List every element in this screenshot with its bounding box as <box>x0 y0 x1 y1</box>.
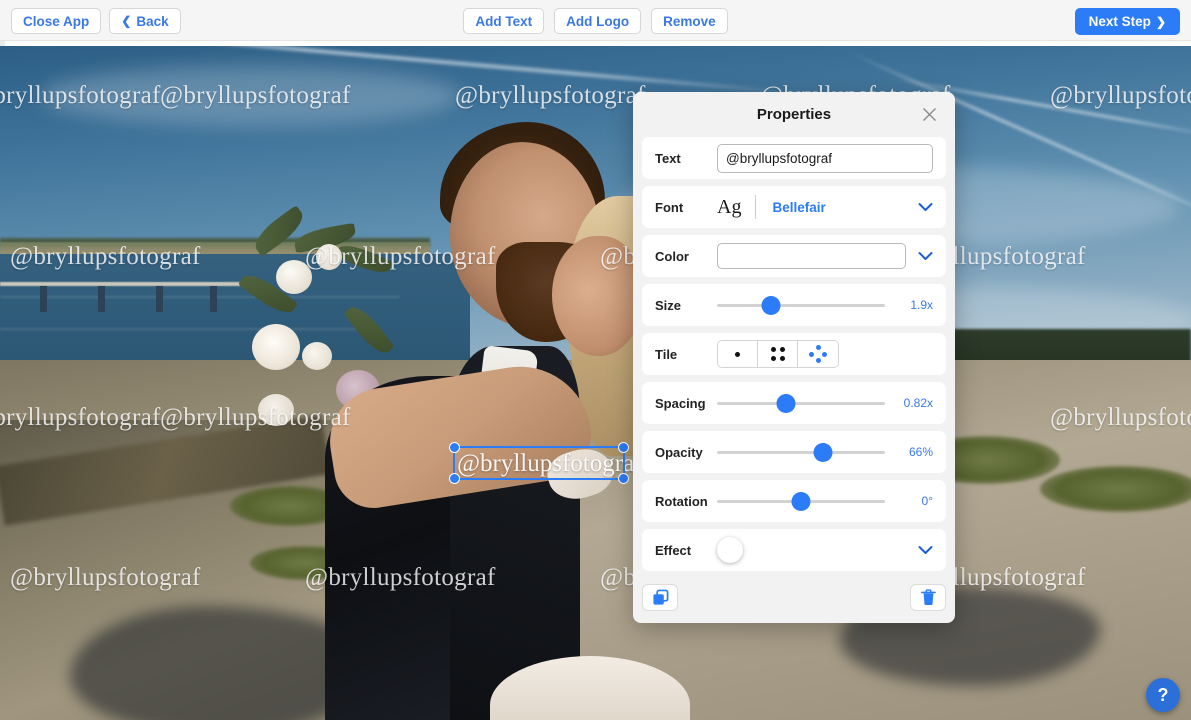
opacity-row: Opacity 66% <box>642 431 946 473</box>
tile-option-single-dot[interactable] <box>718 341 758 367</box>
trash-icon <box>920 589 936 605</box>
toolbar-center-group: Add Text Add Logo Remove <box>0 8 1191 34</box>
add-logo-label: Add Logo <box>566 13 630 29</box>
four-dots-grid-icon <box>770 347 785 361</box>
panel-footer <box>633 578 955 623</box>
question-mark-icon: ? <box>1157 684 1169 705</box>
bouquet-leaf <box>334 239 394 279</box>
opacity-slider-track[interactable] <box>717 450 885 454</box>
add-text-button[interactable]: Add Text <box>463 8 545 34</box>
font-preview-glyph: Ag <box>717 195 742 218</box>
bride-face <box>552 236 642 356</box>
resize-handle-bottom-right[interactable] <box>618 473 629 484</box>
add-logo-button[interactable]: Add Logo <box>554 8 642 34</box>
bouquet-flower <box>252 324 300 370</box>
font-row[interactable]: Font Ag Bellefair <box>642 186 946 228</box>
bouquet-leaf <box>343 300 395 360</box>
watermark-text-input[interactable] <box>717 143 933 173</box>
chevron-down-icon[interactable] <box>918 543 933 558</box>
tile-option-diamond-dots[interactable] <box>798 341 838 367</box>
text-label: Text <box>655 150 681 166</box>
panel-header: Properties <box>633 92 955 137</box>
wedding-photo: @bryllupsfotograf@bryllupsfotograf@bryll… <box>0 46 1191 720</box>
opacity-slider[interactable] <box>717 439 885 465</box>
bouquet-flower <box>258 394 294 426</box>
panel-body: Text Font Ag Bellefair Color <box>633 137 955 571</box>
tile-mode-group <box>717 340 839 368</box>
chevron-right-icon: ❯ <box>1155 14 1166 29</box>
single-dot-icon <box>735 351 740 357</box>
font-label: Font <box>655 199 684 215</box>
bouquet-flower <box>302 342 332 370</box>
duplicate-button[interactable] <box>642 584 678 611</box>
spacing-value: 0.82x <box>903 396 933 410</box>
next-step-button[interactable]: Next Step ❯ <box>1074 8 1180 35</box>
watermark-selection-box[interactable] <box>449 442 629 484</box>
resize-handle-top-right[interactable] <box>618 442 629 453</box>
size-slider[interactable] <box>717 292 885 318</box>
font-name-value[interactable]: Bellefair <box>772 200 918 215</box>
properties-panel: Properties Text Font Ag Bellefair <box>633 92 955 623</box>
effect-row[interactable]: Effect <box>642 529 946 571</box>
spacing-row: Spacing 0.82x <box>642 382 946 424</box>
spacing-slider[interactable] <box>717 390 885 416</box>
pier-piling <box>210 286 217 312</box>
toolbar-right-group: Next Step ❯ <box>1074 8 1180 35</box>
add-text-label: Add Text <box>475 13 533 29</box>
next-step-label: Next Step <box>1088 14 1151 29</box>
opacity-value: 66% <box>908 445 933 459</box>
spacing-slider-thumb[interactable] <box>776 393 796 413</box>
opacity-label: Opacity <box>655 444 703 460</box>
duplicate-icon <box>652 589 668 605</box>
close-icon[interactable] <box>920 105 939 124</box>
color-row[interactable]: Color <box>642 235 946 277</box>
resize-handle-top-left[interactable] <box>449 442 460 453</box>
color-swatch[interactable] <box>717 243 906 269</box>
font-divider <box>755 195 757 219</box>
bouquet-flower <box>276 260 312 294</box>
effect-preview-swatch[interactable] <box>717 537 743 563</box>
tile-row: Tile <box>642 333 946 375</box>
size-value: 1.9x <box>910 298 933 312</box>
rotation-label: Rotation <box>655 493 708 509</box>
pier-piling <box>98 286 105 312</box>
bouquet-flower <box>316 244 342 270</box>
color-label: Color <box>655 248 689 264</box>
spacing-label: Spacing <box>655 395 706 411</box>
remove-button[interactable]: Remove <box>651 8 728 34</box>
chevron-down-icon[interactable] <box>918 200 933 215</box>
rotation-slider-thumb[interactable] <box>791 491 811 511</box>
help-button[interactable]: ? <box>1146 678 1180 712</box>
diamond-dots-icon <box>809 345 827 363</box>
opacity-slider-thumb[interactable] <box>813 442 833 462</box>
pier-piling <box>40 286 47 312</box>
remove-label: Remove <box>663 13 716 29</box>
size-label: Size <box>655 297 682 313</box>
tile-label: Tile <box>655 346 678 362</box>
size-slider-track[interactable] <box>717 303 885 307</box>
top-toolbar: Close App ❮ Back Add Text Add Logo Remov… <box>0 0 1191 41</box>
rotation-row: Rotation 0° <box>642 480 946 522</box>
effect-label: Effect <box>655 542 692 558</box>
spacing-slider-track[interactable] <box>717 401 885 405</box>
photo-canvas[interactable]: @bryllupsfotograf@bryllupsfotograf@bryll… <box>0 46 1191 720</box>
rotation-value: 0° <box>921 494 933 508</box>
chevron-down-icon[interactable] <box>918 249 933 264</box>
delete-button[interactable] <box>910 584 946 611</box>
tile-option-four-dots[interactable] <box>758 341 798 367</box>
watermark-editor-app: Close App ❮ Back Add Text Add Logo Remov… <box>0 0 1191 720</box>
panel-title: Properties <box>756 106 832 123</box>
size-row: Size 1.9x <box>642 284 946 326</box>
rotation-slider[interactable] <box>717 488 885 514</box>
wedding-couple <box>237 46 690 720</box>
size-slider-thumb[interactable] <box>761 295 781 315</box>
pier-deck <box>0 282 240 286</box>
text-row: Text <box>642 137 946 179</box>
resize-handle-bottom-left[interactable] <box>449 473 460 484</box>
pier-piling <box>156 286 163 312</box>
grass-tuft <box>1040 466 1191 512</box>
